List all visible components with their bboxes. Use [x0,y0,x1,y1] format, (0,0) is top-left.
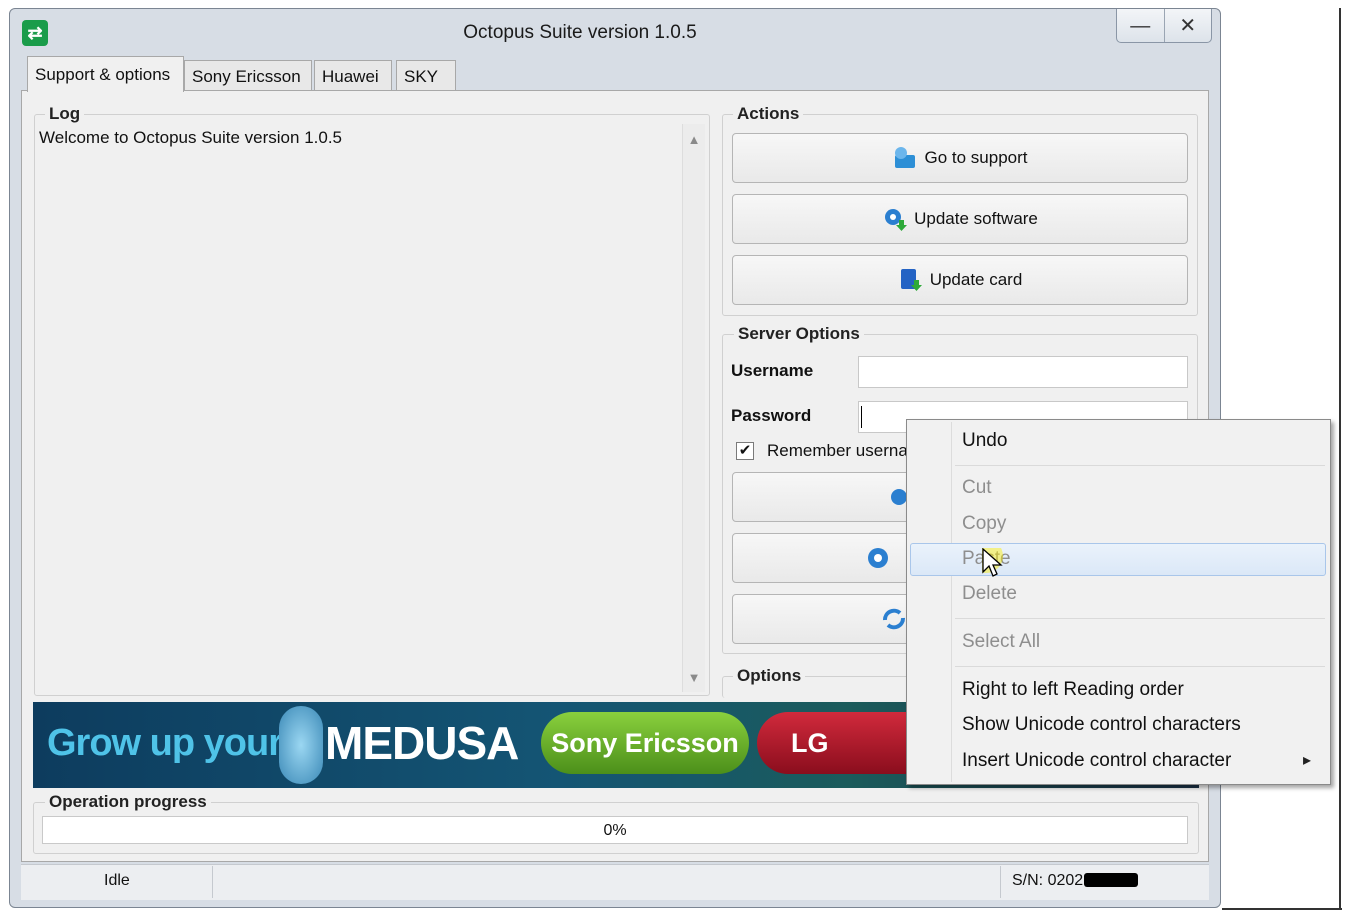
menu-separator [955,666,1325,667]
support-folder-icon [895,147,916,168]
menu-item-copy[interactable]: Copy [962,513,1006,535]
card-download-icon [900,269,922,291]
menu-item-show-unicode[interactable]: Show Unicode control characters [962,714,1241,736]
redaction-mark [1084,873,1138,887]
update-card-label: Update card [929,270,1023,289]
menu-separator [955,618,1325,619]
menu-item-select-all[interactable]: Select All [962,631,1040,653]
submenu-arrow-icon: ▸ [1303,752,1312,769]
mouse-cursor-icon [982,548,1003,577]
username-label: Username [731,361,814,380]
menu-item-rtl-reading-order[interactable]: Right to left Reading order [962,679,1184,701]
options-label: Options [733,666,806,686]
minimize-button[interactable]: — [1117,9,1165,42]
password-label: Password [731,406,812,425]
serial-number: S/N: 0202 [1012,872,1084,889]
close-button[interactable]: ✕ [1165,9,1212,42]
window-controls: — ✕ [1116,9,1212,43]
menu-item-cut[interactable]: Cut [962,477,992,499]
context-menu: Undo Cut Copy Paste Delete Select All Ri… [906,419,1331,785]
log-text: Welcome to Octopus Suite version 1.0.5 [39,128,343,147]
server-action-button-1[interactable] [732,472,912,522]
medusa-logo-icon [279,706,323,784]
menu-gutter [951,422,952,782]
go-to-support-label: Go to support [924,148,1028,167]
banner-brand: MEDUSA [325,717,519,769]
update-card-button[interactable]: Update card [732,255,1188,305]
go-to-support-button[interactable]: Go to support [732,133,1188,183]
menu-item-undo[interactable]: Undo [962,430,1007,452]
username-input[interactable] [858,356,1188,388]
tab-sky[interactable]: SKY [396,60,456,91]
log-label: Log [45,104,85,124]
status-divider [212,866,213,898]
update-software-label: Update software [914,209,1038,228]
status-divider [1000,866,1001,898]
scroll-down-arrow-icon[interactable]: ▼ [683,670,705,685]
scroll-up-arrow-icon[interactable]: ▲ [683,132,705,147]
log-scrollbar[interactable]: ▲ ▼ [682,124,705,692]
remember-label: Remember userna [767,441,908,460]
status-state: Idle [104,872,130,889]
gear-download-icon [885,209,908,231]
refresh-arrows-icon [883,608,905,630]
menu-item-delete[interactable]: Delete [962,583,1017,605]
server-options-label: Server Options [734,324,864,344]
text-caret [861,406,862,428]
server-action-button-2[interactable] [732,533,912,583]
remember-checkbox[interactable]: ✔ [736,442,754,460]
server-action-button-3[interactable] [732,594,912,644]
tab-support-options[interactable]: Support & options [27,56,184,92]
banner-text: Grow up your [47,722,283,764]
page-border-right [1339,8,1341,910]
tab-sony-ericsson[interactable]: Sony Ericsson [184,60,312,91]
tab-huawei[interactable]: Huawei [314,60,392,91]
progress-label: Operation progress [45,792,211,812]
gear-icon [891,489,907,505]
menu-item-insert-unicode[interactable]: Insert Unicode control character [962,750,1231,772]
settings-gear-icon [868,548,888,568]
update-software-button[interactable]: Update software [732,194,1188,244]
progress-value: 0% [603,822,627,839]
banner-pill-sony: Sony Ericsson [541,712,749,774]
log-group [34,114,710,696]
banner-pill-lg: LG [757,712,917,774]
actions-label: Actions [733,104,804,124]
progress-bar: 0% [42,816,1188,844]
window-title: Octopus Suite version 1.0.5 [463,22,697,43]
menu-separator [955,465,1325,466]
